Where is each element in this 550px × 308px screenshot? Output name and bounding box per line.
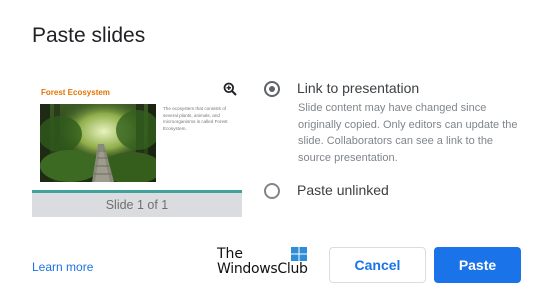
zoom-in-icon [223,82,237,96]
slide-title: Forest Ecosystem [41,88,110,97]
slide-body-text: The ecosystem that consists of several p… [163,106,228,131]
unlinked-radio-button[interactable] [264,183,280,199]
windows-logo-icon [291,247,307,261]
unlinked-option-label: Paste unlinked [297,182,389,198]
link-option-label: Link to presentation [297,80,420,96]
paste-slides-dialog: Paste slides Forest Ecosystem The ecosys… [0,0,550,308]
slide-counter: Slide 1 of 1 [32,193,242,217]
paste-button[interactable]: Paste [434,247,521,283]
thewindowsclub-watermark: The WindowsClub [217,246,317,282]
dialog-title: Paste slides [32,24,146,47]
cancel-button[interactable]: Cancel [329,247,426,283]
slide-preview: Forest Ecosystem The ecosystem that cons… [32,76,242,217]
forest-image [40,104,156,182]
watermark-line2: WindowsClub [217,261,308,277]
slide-thumbnail: Forest Ecosystem The ecosystem that cons… [32,76,242,190]
learn-more-link[interactable]: Learn more [32,260,93,274]
watermark-line1: The [217,246,244,262]
link-option-description: Slide content may have changed since ori… [298,102,518,164]
link-radio-button[interactable] [264,81,280,97]
zoom-button[interactable] [221,80,239,98]
